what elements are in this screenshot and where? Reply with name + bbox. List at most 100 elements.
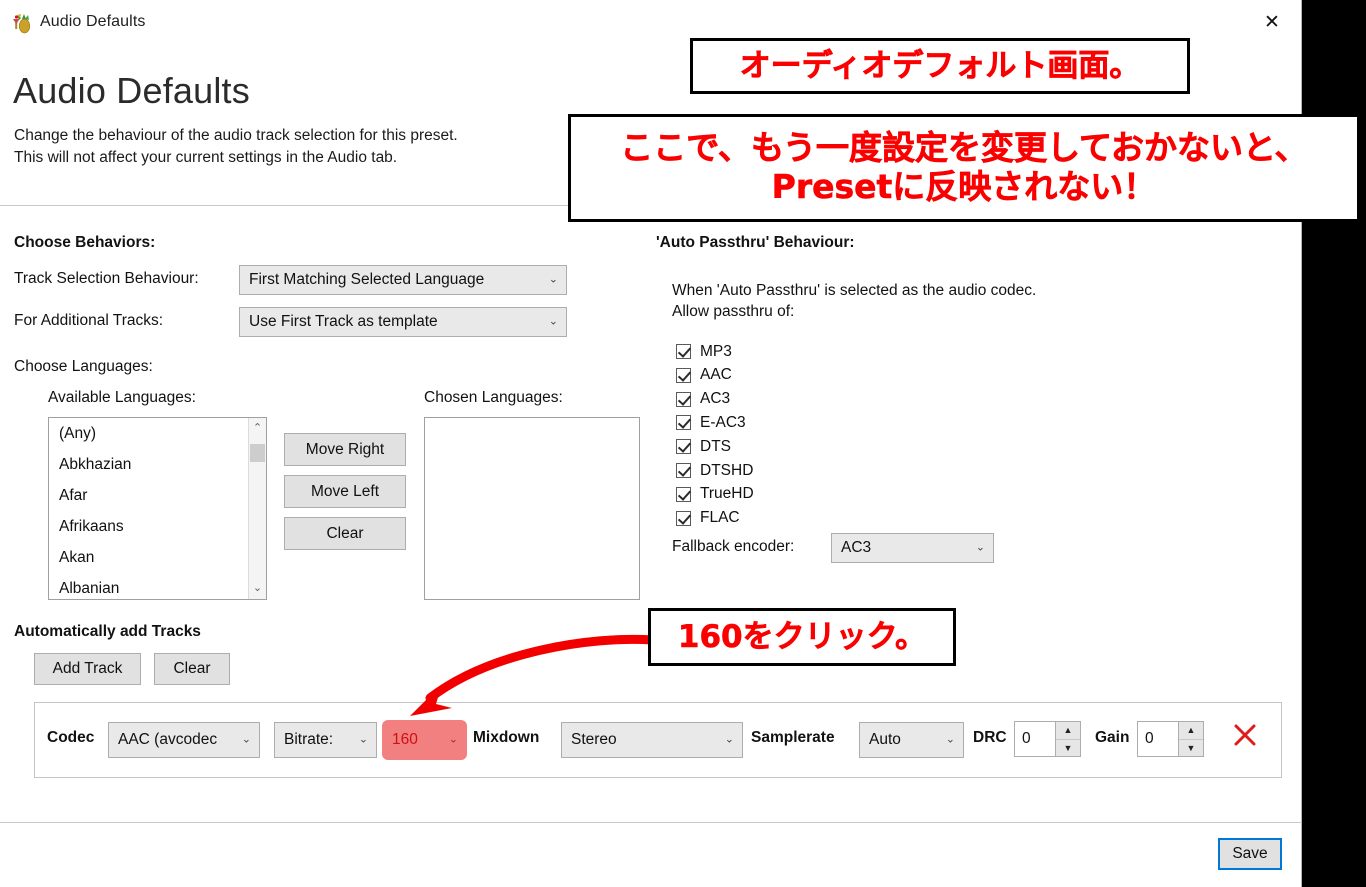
- codec-select[interactable]: AAC (avcodec ⌄: [108, 722, 260, 758]
- handbrake-pineapple-icon: [10, 11, 34, 35]
- passthru-checkbox-label: AC3: [700, 390, 731, 408]
- drc-stepper-arrows[interactable]: ▲ ▼: [1055, 722, 1080, 756]
- chosen-languages-listbox[interactable]: [424, 417, 640, 600]
- add-track-button[interactable]: Add Track: [34, 653, 141, 685]
- curved-red-arrow-icon: [410, 634, 657, 716]
- for-additional-tracks-select[interactable]: Use First Track as template ⌄: [239, 307, 567, 337]
- checkbox-icon[interactable]: [676, 463, 691, 478]
- gain-stepper-arrows[interactable]: ▲ ▼: [1178, 722, 1203, 756]
- fallback-encoder-select[interactable]: AC3 ⌄: [831, 533, 994, 563]
- passthru-checkbox-label: DTSHD: [700, 461, 754, 479]
- checkbox-icon[interactable]: [676, 367, 691, 383]
- choose-languages-label: Choose Languages:: [14, 358, 153, 375]
- passthru-checkbox-e-ac3[interactable]: E-AC3: [676, 411, 746, 434]
- for-additional-tracks-value: Use First Track as template: [249, 313, 438, 330]
- passthru-checkbox-flac[interactable]: FLAC: [676, 507, 740, 530]
- gain-increment-icon[interactable]: ▲: [1179, 722, 1203, 740]
- gain-label: Gain: [1095, 729, 1130, 746]
- annotation-callout-warning: ここで、もう一度設定を変更しておかないと、 Presetに反映されない！: [568, 114, 1360, 222]
- track-selection-behaviour-value: First Matching Selected Language: [249, 271, 485, 288]
- track-selection-behaviour-label: Track Selection Behaviour:: [14, 270, 199, 287]
- passthru-checkbox-label: MP3: [700, 342, 732, 360]
- drc-stepper[interactable]: 0 ▲ ▼: [1014, 721, 1081, 757]
- annotation-callout-warning-line1: ここで、もう一度設定を変更しておかないと、: [620, 128, 1308, 168]
- annotation-callout-warning-line2: Presetに反映されない！: [771, 167, 1157, 206]
- available-languages-scrollbar[interactable]: ⌃ ⌄: [248, 418, 266, 599]
- scroll-down-icon[interactable]: ⌄: [249, 580, 266, 597]
- passthru-checkbox-label: DTS: [700, 437, 731, 455]
- annotation-callout-click-160: 160をクリック。: [648, 608, 956, 666]
- drc-label: DRC: [973, 729, 1007, 746]
- passthru-checkbox-truehd[interactable]: TrueHD: [676, 483, 754, 506]
- list-item[interactable]: Albanian: [49, 573, 249, 599]
- checkbox-icon[interactable]: [676, 439, 691, 455]
- gain-decrement-icon[interactable]: ▼: [1179, 740, 1203, 757]
- clear-languages-button[interactable]: Clear: [284, 517, 406, 550]
- mixdown-select[interactable]: Stereo ⌄: [561, 722, 743, 758]
- bitrate-label: Bitrate:: [284, 731, 334, 748]
- save-button[interactable]: Save: [1218, 838, 1282, 870]
- track-selection-behaviour-select[interactable]: First Matching Selected Language ⌄: [239, 265, 567, 295]
- remove-x-icon[interactable]: [1232, 722, 1258, 748]
- chevron-down-icon: ⌄: [548, 315, 558, 328]
- gain-value[interactable]: 0: [1138, 722, 1178, 756]
- fallback-encoder-label: Fallback encoder:: [672, 538, 795, 555]
- checkbox-icon[interactable]: [676, 344, 691, 359]
- page-description-line2: This will not affect your current settin…: [14, 149, 398, 166]
- checkbox-icon[interactable]: [676, 415, 691, 431]
- page-description: Change the behaviour of the audio track …: [14, 125, 574, 169]
- close-icon[interactable]: ✕: [1251, 8, 1293, 38]
- list-item[interactable]: Afrikaans: [49, 511, 249, 542]
- samplerate-value: Auto: [869, 731, 901, 748]
- drc-value[interactable]: 0: [1015, 722, 1055, 756]
- checkbox-icon[interactable]: [676, 486, 691, 502]
- mixdown-label: Mixdown: [473, 729, 540, 746]
- drc-decrement-icon[interactable]: ▼: [1056, 740, 1080, 757]
- passthru-checkbox-label: FLAC: [700, 509, 740, 527]
- list-item[interactable]: (Any): [49, 418, 249, 449]
- samplerate-select[interactable]: Auto ⌄: [859, 722, 964, 758]
- chevron-down-icon: ⌄: [724, 733, 734, 746]
- drc-increment-icon[interactable]: ▲: [1056, 722, 1080, 740]
- choose-behaviors-label: Choose Behaviors:: [14, 234, 156, 251]
- list-item[interactable]: Afar: [49, 480, 249, 511]
- auto-passthru-info-line2: Allow passthru of:: [672, 303, 795, 320]
- for-additional-tracks-label: For Additional Tracks:: [14, 312, 164, 329]
- passthru-checkbox-label: TrueHD: [700, 485, 754, 503]
- checkbox-icon[interactable]: [676, 391, 691, 407]
- fallback-encoder-value: AC3: [841, 539, 872, 556]
- available-languages-label: Available Languages:: [48, 389, 196, 406]
- checkbox-icon[interactable]: [676, 510, 691, 526]
- chevron-down-icon: ⌄: [945, 733, 955, 746]
- move-right-button[interactable]: Move Right: [284, 433, 406, 466]
- auto-passthru-info-line1: When 'Auto Passthru' is selected as the …: [672, 282, 1037, 299]
- automatically-add-tracks-label: Automatically add Tracks: [14, 623, 201, 640]
- passthru-checkbox-dtshd[interactable]: DTSHD: [676, 459, 753, 482]
- passthru-checkbox-label: AAC: [700, 366, 732, 384]
- clear-tracks-button[interactable]: Clear: [154, 653, 230, 685]
- list-item[interactable]: Akan: [49, 542, 249, 573]
- available-languages-items: (Any) Abkhazian Afar Afrikaans Akan Albanian: [49, 418, 249, 599]
- list-item[interactable]: Abkhazian: [49, 449, 249, 480]
- bitrate-mode-select[interactable]: Bitrate: ⌄: [274, 722, 377, 758]
- page-title: Audio Defaults: [13, 70, 250, 111]
- chevron-down-icon: ⌄: [975, 541, 985, 554]
- chevron-down-icon: ⌄: [358, 733, 368, 746]
- window-title: Audio Defaults: [40, 13, 146, 30]
- scrollbar-thumb[interactable]: [250, 444, 265, 462]
- bitrate-value: 160: [392, 731, 418, 748]
- chevron-down-icon: ⌄: [548, 273, 558, 286]
- passthru-checkbox-mp3[interactable]: MP3: [676, 340, 732, 363]
- passthru-checkbox-aac[interactable]: AAC: [676, 364, 732, 387]
- passthru-checkbox-dts[interactable]: DTS: [676, 435, 731, 458]
- available-languages-listbox[interactable]: (Any) Abkhazian Afar Afrikaans Akan Albanian …: [48, 417, 267, 600]
- chosen-languages-label: Chosen Languages:: [424, 389, 563, 406]
- codec-label: Codec: [47, 729, 95, 746]
- move-left-button[interactable]: Move Left: [284, 475, 406, 508]
- page-description-line1: Change the behaviour of the audio track …: [14, 127, 458, 144]
- chevron-down-icon: ⌄: [241, 733, 251, 746]
- scroll-up-icon[interactable]: ⌃: [249, 420, 266, 437]
- passthru-checkbox-ac3[interactable]: AC3: [676, 388, 730, 411]
- passthru-checkbox-label: E-AC3: [700, 413, 746, 431]
- gain-stepper[interactable]: 0 ▲ ▼: [1137, 721, 1204, 757]
